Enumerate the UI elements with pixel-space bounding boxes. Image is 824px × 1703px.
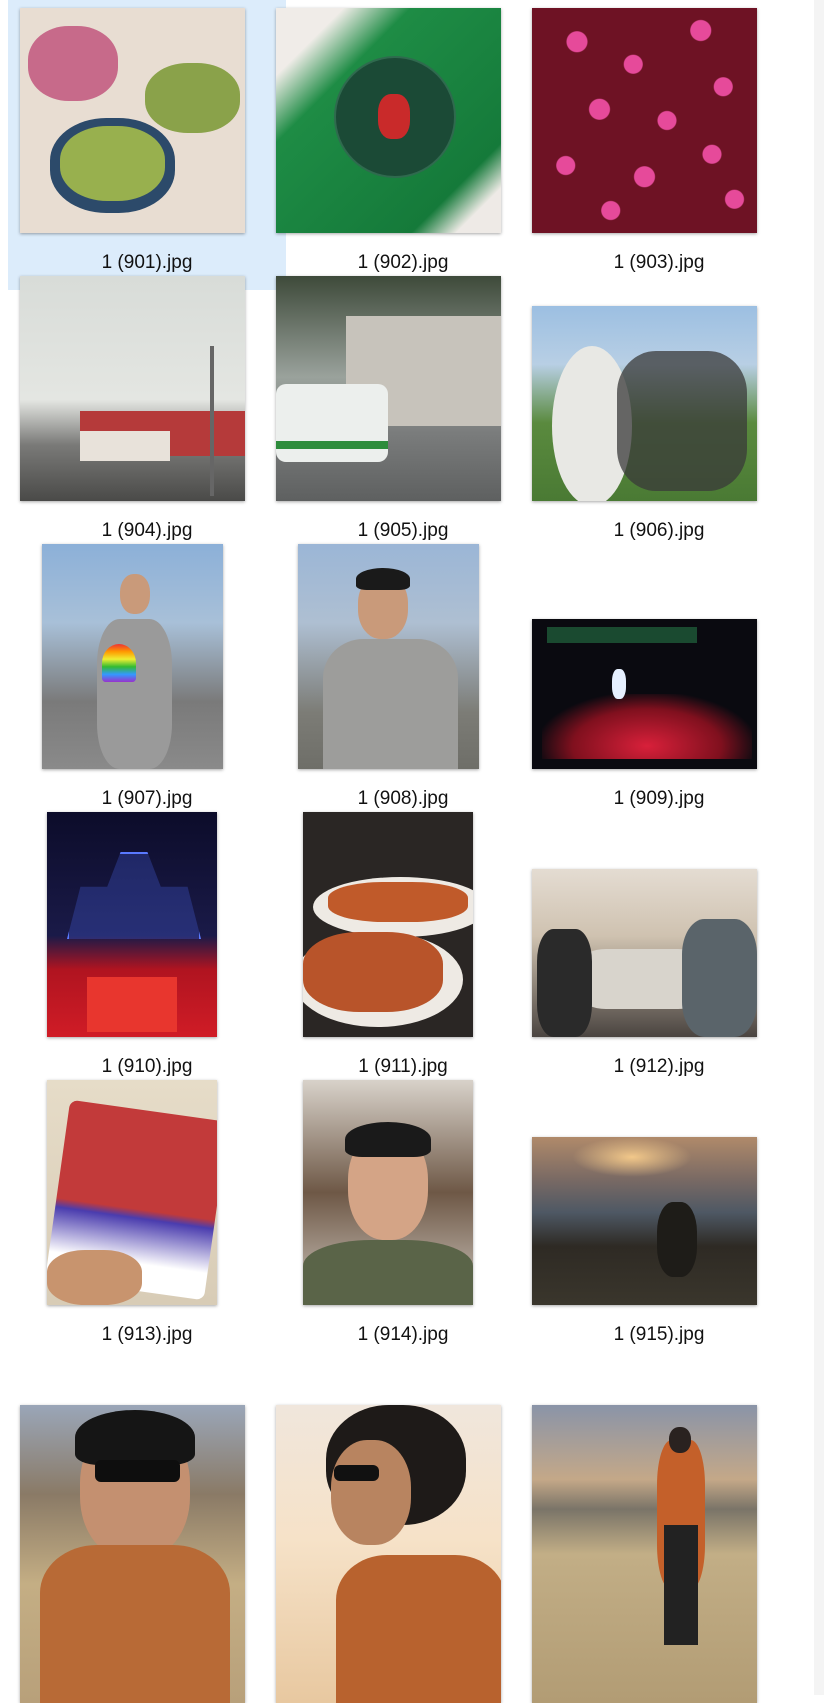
thumbnail (276, 1405, 501, 1703)
sticker-figure (378, 94, 410, 139)
file-tile-914[interactable]: 1 (914).jpg (264, 1072, 542, 1362)
people-image (537, 929, 592, 1037)
file-tile-917[interactable] (264, 1397, 542, 1703)
sunglasses-image (334, 1465, 379, 1481)
hand-image (47, 1250, 142, 1305)
thumbnail (276, 276, 501, 501)
file-tile-907[interactable]: 1 (907).jpg (8, 536, 286, 826)
crabs-image (303, 932, 443, 1012)
stage-lights-image (542, 694, 752, 759)
head-image (331, 1440, 411, 1545)
thumbnail (42, 544, 223, 769)
stage-sign-image (87, 977, 177, 1032)
head-image (669, 1427, 691, 1453)
screen-text-image (547, 627, 697, 643)
people-image (682, 919, 757, 1037)
thumbnail (20, 276, 245, 501)
thumbnail (532, 1405, 757, 1703)
people-image (617, 351, 747, 491)
file-tile-913[interactable]: 1 (913).jpg (8, 1072, 286, 1362)
tent-image (80, 431, 170, 461)
file-name: 1 (914).jpg (357, 1324, 449, 1345)
thumbnail (276, 8, 501, 233)
file-tile-911[interactable]: 1 (911).jpg (264, 804, 542, 1094)
file-tile-908[interactable]: 1 (908).jpg (264, 536, 542, 826)
hair-image (75, 1410, 195, 1465)
file-tile-915[interactable]: 1 (915).jpg (520, 1072, 798, 1362)
person-image (97, 619, 172, 769)
thumbnail (47, 1080, 217, 1305)
file-tile-912[interactable]: 1 (912).jpg (520, 804, 798, 1094)
thumbnail (20, 8, 245, 233)
file-tile-910[interactable]: 1 (910).jpg (8, 804, 286, 1094)
file-tile-909[interactable]: 1 (909).jpg (520, 536, 798, 826)
file-name: 1 (913).jpg (101, 1324, 193, 1345)
file-name: 1 (915).jpg (613, 1324, 705, 1345)
bowl-image (60, 126, 165, 201)
hair-image (356, 568, 410, 590)
person-image (657, 1202, 697, 1277)
jacket-image (336, 1555, 501, 1703)
thumbnail (532, 1137, 757, 1305)
sunglasses-image (95, 1460, 180, 1482)
file-tile-903[interactable]: 1 (903).jpg (520, 0, 798, 290)
thumbnail (303, 812, 473, 1037)
bowl-image (145, 63, 240, 133)
thumbnail (532, 869, 757, 1037)
thumbnail (298, 544, 479, 769)
jacket-image (40, 1545, 230, 1703)
hair-image (345, 1122, 431, 1157)
head-image (120, 574, 150, 614)
file-tile-905[interactable]: 1 (905).jpg (264, 268, 542, 558)
thumbnail (20, 1405, 245, 1703)
file-tile-906[interactable]: 1 (906).jpg (520, 268, 798, 558)
thumbnail (532, 619, 757, 769)
legs-image (664, 1525, 698, 1645)
file-tile-901[interactable]: 1 (901).jpg (8, 0, 286, 290)
file-tile-916[interactable] (8, 1397, 286, 1703)
thumbnail (532, 306, 757, 501)
file-tile-918[interactable] (520, 1397, 798, 1703)
person-image (323, 639, 458, 769)
thumbnail (303, 1080, 473, 1305)
pole-image (210, 346, 214, 496)
confetti-image (532, 8, 757, 233)
spotlight-image (612, 669, 626, 699)
crabs-image (328, 882, 468, 922)
sun-glare-image (572, 1137, 692, 1177)
van-stripe (276, 441, 388, 449)
scrollbar-track[interactable] (814, 0, 824, 1695)
file-tile-902[interactable]: 1 (902).jpg (264, 0, 542, 290)
van-image (276, 384, 388, 462)
thumbnail (47, 812, 217, 1037)
file-tile-904[interactable]: 1 (904).jpg (8, 268, 286, 558)
shirt-image (303, 1240, 473, 1305)
rainbow-fan-image (102, 644, 136, 682)
thumbnail (532, 8, 757, 233)
bowl-image (28, 26, 118, 101)
drone-castle-image (67, 852, 201, 939)
